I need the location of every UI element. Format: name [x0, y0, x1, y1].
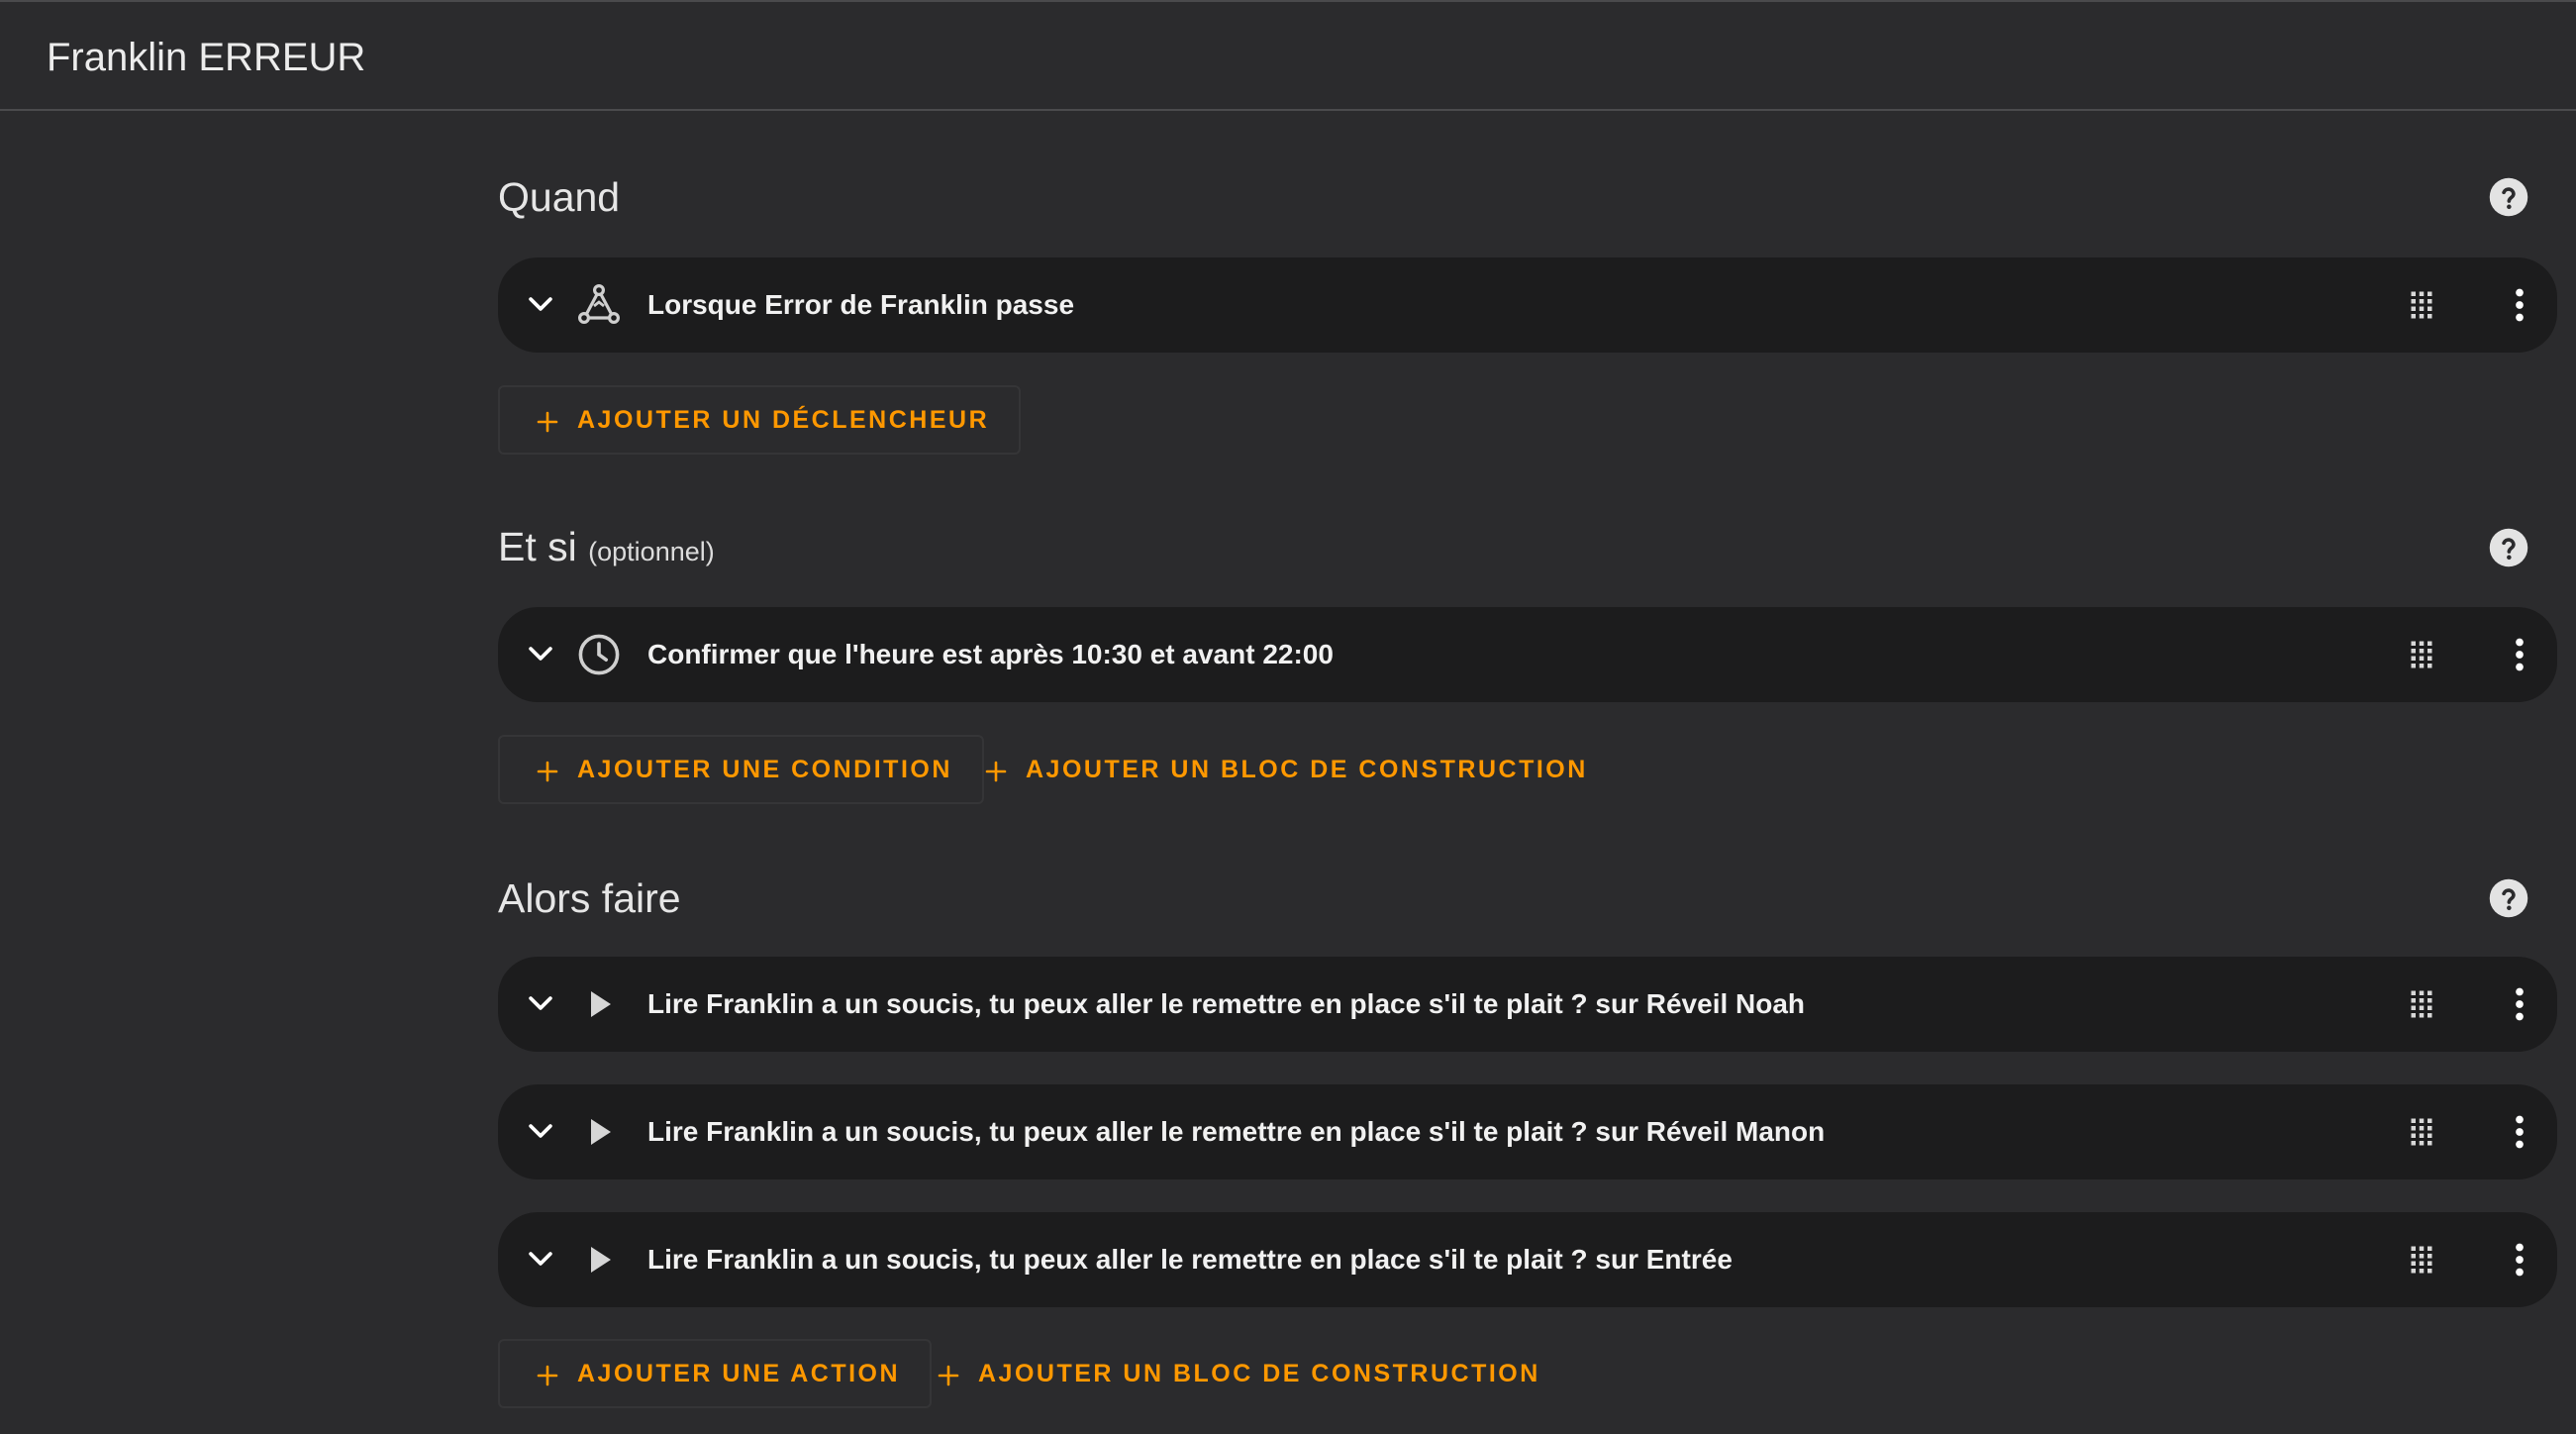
- add-trigger-button[interactable]: AJOUTER UN DÉCLENCHEUR: [498, 385, 1022, 455]
- play-icon: [591, 1119, 611, 1145]
- add-action-button[interactable]: AJOUTER UNE ACTION: [498, 1339, 933, 1408]
- section-title-triggers: Quand: [498, 169, 620, 225]
- drag-handle-icon[interactable]: [2404, 637, 2439, 672]
- play-icon: [591, 1247, 611, 1273]
- chevron-down-icon[interactable]: [524, 986, 557, 1020]
- action-label: Lire Franklin a un soucis, tu peux aller…: [647, 988, 1806, 1019]
- more-vertical-icon[interactable]: [2500, 1240, 2539, 1280]
- add-building-block-label: AJOUTER UN BLOC DE CONSTRUCTION: [1026, 756, 1588, 783]
- action-label: Lire Franklin a un soucis, tu peux aller…: [647, 1116, 1826, 1147]
- more-vertical-icon[interactable]: [2500, 635, 2539, 674]
- condition-label: Confirmer que l'heure est après 10:30 et…: [647, 639, 1334, 669]
- plus-icon: [938, 1365, 959, 1386]
- drag-handle-icon[interactable]: [2404, 1242, 2439, 1278]
- add-trigger-label: AJOUTER UN DÉCLENCHEUR: [577, 406, 990, 434]
- trigger-row[interactable]: Lorsque Error de Franklin passe: [498, 257, 2557, 353]
- plus-icon: [537, 761, 558, 782]
- chevron-down-icon[interactable]: [524, 1242, 557, 1276]
- help-icon[interactable]: [2488, 877, 2529, 919]
- action-row[interactable]: Lire Franklin a un soucis, tu peux aller…: [498, 1084, 2557, 1179]
- drag-handle-icon[interactable]: [2404, 287, 2439, 323]
- conditions-title-text: Et si: [498, 524, 577, 569]
- add-building-block-button[interactable]: AJOUTER UN BLOC DE CONSTRUCTION: [946, 735, 1620, 804]
- drag-handle-icon[interactable]: [2404, 1114, 2439, 1150]
- section-title-conditions: Et si (optionnel): [498, 519, 715, 579]
- plus-icon: [537, 1365, 558, 1386]
- drag-handle-icon[interactable]: [2404, 986, 2439, 1022]
- action-label: Lire Franklin a un soucis, tu peux aller…: [647, 1244, 1733, 1275]
- add-condition-label: AJOUTER UNE CONDITION: [577, 756, 952, 783]
- action-row[interactable]: Lire Franklin a un soucis, tu peux aller…: [498, 1212, 2557, 1307]
- action-row[interactable]: Lire Franklin a un soucis, tu peux aller…: [498, 957, 2557, 1052]
- top-bar: Franklin ERREUR: [0, 2, 2576, 111]
- add-condition-button[interactable]: AJOUTER UNE CONDITION: [498, 735, 984, 804]
- chevron-down-icon[interactable]: [524, 637, 557, 670]
- help-icon[interactable]: [2488, 527, 2529, 568]
- automation-title: Franklin ERREUR: [47, 36, 366, 79]
- chevron-down-icon[interactable]: [524, 1114, 557, 1148]
- more-vertical-icon[interactable]: [2500, 984, 2539, 1024]
- condition-row[interactable]: Confirmer que l'heure est après 10:30 et…: [498, 607, 2557, 702]
- more-vertical-icon[interactable]: [2500, 1112, 2539, 1152]
- network-trigger-icon: [577, 283, 620, 324]
- actions-title-text: Alors faire: [498, 875, 681, 921]
- section-title-actions: Alors faire: [498, 871, 681, 926]
- more-vertical-icon[interactable]: [2500, 285, 2539, 325]
- triggers-title-text: Quand: [498, 174, 621, 220]
- plus-icon: [537, 411, 558, 433]
- add-building-block-button[interactable]: AJOUTER UN BLOC DE CONSTRUCTION: [899, 1339, 1572, 1408]
- trigger-label: Lorsque Error de Franklin passe: [647, 289, 1075, 320]
- add-action-label: AJOUTER UNE ACTION: [577, 1360, 901, 1387]
- play-icon: [591, 991, 611, 1017]
- help-icon[interactable]: [2488, 176, 2529, 218]
- optional-label: (optionnel): [588, 537, 715, 566]
- automation-editor: Franklin ERREUR Quand Lorsque Error de F…: [0, 0, 2576, 1434]
- plus-icon: [985, 761, 1007, 782]
- clock-icon: [578, 634, 620, 675]
- add-building-block-label: AJOUTER UN BLOC DE CONSTRUCTION: [978, 1360, 1540, 1387]
- chevron-down-icon[interactable]: [524, 287, 557, 321]
